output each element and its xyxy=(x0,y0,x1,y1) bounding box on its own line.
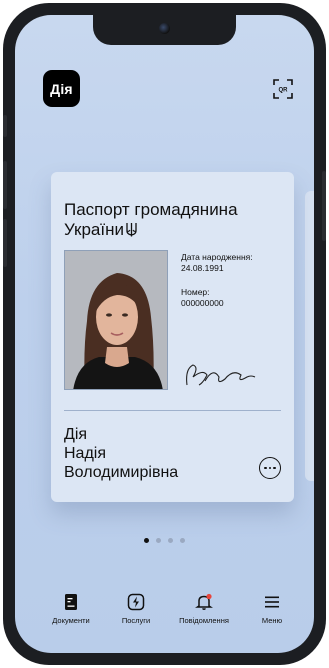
passport-card[interactable]: Паспорт громадянина України Дата народже… xyxy=(51,172,294,502)
power-button xyxy=(322,171,326,241)
mute-switch xyxy=(3,115,7,137)
tab-label: Документи xyxy=(52,616,90,625)
trident-icon xyxy=(126,223,137,237)
card-divider xyxy=(64,410,281,411)
next-card-peek[interactable] xyxy=(305,191,314,481)
first-name: Надія xyxy=(64,445,107,462)
page-dot[interactable] xyxy=(180,538,185,543)
front-camera xyxy=(159,23,170,34)
number-label: Номер: xyxy=(181,287,210,297)
tab-label: Повідомлення xyxy=(179,616,229,625)
more-options-button[interactable] xyxy=(259,457,281,479)
birth-date-value: 24.08.1991 xyxy=(181,262,224,273)
qr-icon-label: QR xyxy=(279,88,289,94)
tab-documents[interactable]: Документи xyxy=(41,593,101,625)
tab-label: Послуги xyxy=(121,616,151,625)
lightning-icon xyxy=(127,593,145,611)
tab-label: Меню xyxy=(261,616,283,625)
holder-name: Дія Надія Володимирівна xyxy=(64,425,178,482)
passport-info: Дата народження: 24.08.1991 Номер: 00000… xyxy=(181,252,291,308)
app-logo: Дія xyxy=(43,70,80,107)
more-dot xyxy=(268,466,272,470)
tab-notifications[interactable]: Повідомлення xyxy=(174,593,234,625)
more-dot xyxy=(264,466,267,470)
card-title-text: Паспорт громадянина України xyxy=(64,200,238,239)
volume-up-button xyxy=(3,161,7,209)
notch xyxy=(93,15,236,45)
page-dot[interactable] xyxy=(168,538,173,543)
patronymic: Володимирівна xyxy=(64,464,179,481)
phone-frame: Дія QR Паспорт громадянина України Дата … xyxy=(3,3,326,665)
card-title: Паспорт громадянина України xyxy=(64,200,284,240)
menu-icon xyxy=(265,596,279,608)
page-dot-active[interactable] xyxy=(144,538,149,543)
volume-down-button xyxy=(3,219,7,267)
tab-services[interactable]: Послуги xyxy=(106,593,166,625)
more-dot xyxy=(273,466,276,470)
number-value: 000000000 xyxy=(181,297,224,308)
portrait-image xyxy=(65,251,167,389)
bell-icon xyxy=(195,593,213,610)
signature-image xyxy=(186,364,256,386)
app-screen: Дія QR Паспорт громадянина України Дата … xyxy=(15,15,314,653)
bottom-tab-bar: Документи Послуги Повідомлення Меню xyxy=(15,593,314,633)
birth-date-label: Дата народження: xyxy=(181,252,253,262)
notification-badge xyxy=(206,593,212,600)
qr-scan-icon: QR xyxy=(273,79,293,99)
holder-photo xyxy=(64,250,168,390)
document-icon xyxy=(65,594,77,610)
page-indicator xyxy=(15,538,314,543)
qr-scanner-button[interactable]: QR xyxy=(272,78,294,100)
page-dot[interactable] xyxy=(156,538,161,543)
surname: Дія xyxy=(64,426,88,443)
tab-menu[interactable]: Меню xyxy=(242,593,302,625)
